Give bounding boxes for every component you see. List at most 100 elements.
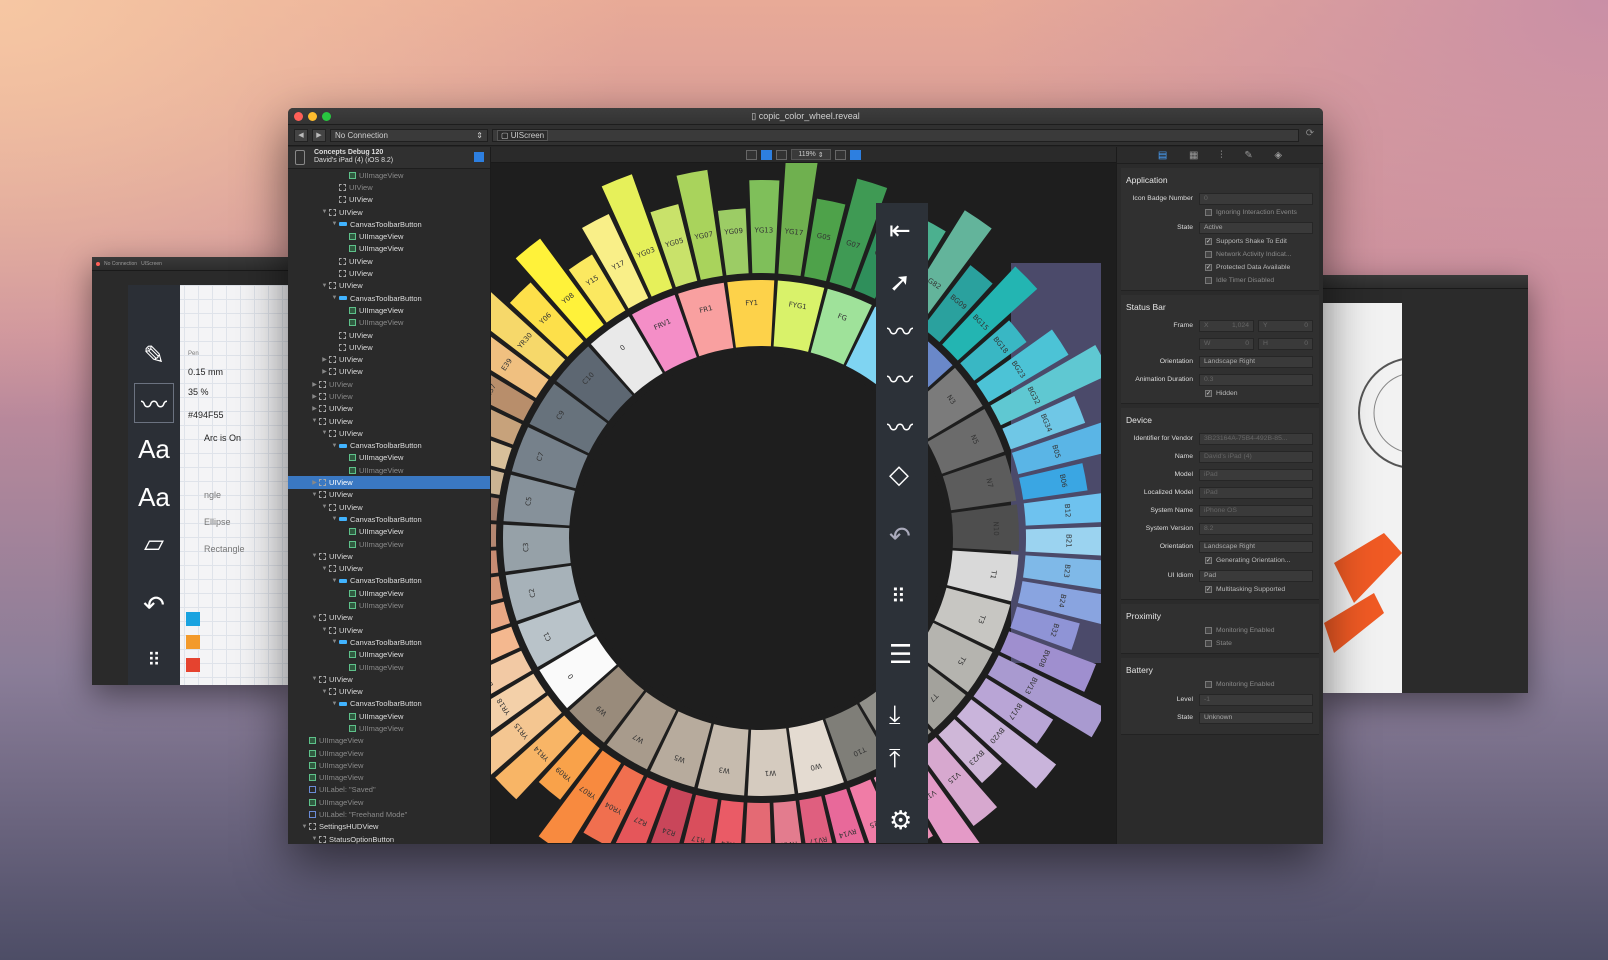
- disclosure-open-icon[interactable]: ▼: [320, 430, 329, 436]
- tree-node[interactable]: ▼ UIView: [288, 612, 490, 624]
- battery-monitoring-checkbox[interactable]: Monitoring Enabled: [1205, 681, 1319, 688]
- disclosure-open-icon[interactable]: ▼: [310, 615, 319, 621]
- device-orientation-field[interactable]: Landscape Right: [1199, 540, 1313, 553]
- tree-node[interactable]: UIView: [288, 194, 490, 206]
- import-icon[interactable]: ⤓: [889, 700, 901, 730]
- text-tool-icon[interactable]: Aa: [134, 429, 174, 469]
- disclosure-closed-icon[interactable]: ▶: [310, 479, 319, 486]
- tree-node[interactable]: ▼ CanvasToolbarButton: [288, 575, 490, 587]
- tree-node[interactable]: UIImageView: [288, 538, 490, 550]
- file-tab-icon[interactable]: ▤: [1158, 150, 1167, 161]
- device-header[interactable]: Concepts Debug 120 David's iPad (4) (iOS…: [288, 147, 490, 169]
- tree-node[interactable]: UIImageView: [288, 649, 490, 661]
- disclosure-open-icon[interactable]: ▼: [330, 701, 339, 707]
- close-button[interactable]: [294, 112, 303, 121]
- tree-node[interactable]: UIImageView: [288, 464, 490, 476]
- export-icon[interactable]: ⤒: [889, 744, 901, 774]
- multitask-checkbox[interactable]: ✓ Multitasking Supported: [1205, 586, 1319, 593]
- tree-node[interactable]: UIImageView: [288, 304, 490, 316]
- tree-node[interactable]: UIImageView: [288, 243, 490, 255]
- disclosure-open-icon[interactable]: ▼: [310, 676, 319, 682]
- disclosure-open-icon[interactable]: ▼: [320, 689, 329, 695]
- tree-node[interactable]: ▼ CanvasToolbarButton: [288, 513, 490, 525]
- tree-node[interactable]: ▼ UIView: [288, 489, 490, 501]
- system-name-field[interactable]: iPhone OS: [1199, 504, 1313, 517]
- tree-node[interactable]: UIImageView: [288, 722, 490, 734]
- tree-node[interactable]: ▼ CanvasToolbarButton: [288, 698, 490, 710]
- tree-node[interactable]: UIImageView: [288, 661, 490, 673]
- connection-select[interactable]: No Connection ⇕: [330, 128, 488, 142]
- tree-node[interactable]: ▼ CanvasToolbarButton: [288, 440, 490, 452]
- tree-node[interactable]: ▼ UIView: [288, 501, 490, 513]
- tree-node[interactable]: ▶ UIView: [288, 403, 490, 415]
- ignoring-checkbox[interactable]: Ignoring Interaction Events: [1205, 209, 1319, 216]
- tree-node[interactable]: ▼ SettingsHUDView: [288, 821, 490, 833]
- tree-node[interactable]: ▼ UIView: [288, 673, 490, 685]
- tree-node[interactable]: ▶ UIView: [288, 366, 490, 378]
- both-toggle-icon[interactable]: [776, 149, 788, 160]
- tree-node[interactable]: UIImageView: [288, 452, 490, 464]
- settings-gear-icon[interactable]: ⚙: [889, 806, 912, 836]
- disclosure-open-icon[interactable]: ▼: [310, 418, 319, 424]
- disclosure-open-icon[interactable]: ▼: [310, 553, 319, 559]
- disclosure-open-icon[interactable]: ▼: [320, 627, 329, 633]
- orientation-field[interactable]: Landscape Right: [1199, 355, 1313, 368]
- eraser-tool-icon[interactable]: ◇: [889, 460, 909, 490]
- frame-w-field[interactable]: W0: [1199, 337, 1254, 350]
- tree-node[interactable]: UIImageView: [288, 796, 490, 808]
- tree-node[interactable]: ▼ CanvasToolbarButton: [288, 292, 490, 304]
- frame-h-field[interactable]: H0: [1258, 337, 1313, 350]
- system-version-field[interactable]: 8.2: [1199, 522, 1313, 535]
- model-field[interactable]: iPad: [1199, 468, 1313, 481]
- battery-level-field[interactable]: -1: [1199, 693, 1313, 706]
- tree-node[interactable]: ▼ UIView: [288, 415, 490, 427]
- vendor-field[interactable]: 3B23164A-75B4-492B-85...: [1199, 432, 1313, 445]
- disclosure-open-icon[interactable]: ▼: [320, 209, 329, 215]
- tree-node[interactable]: UIImageView: [288, 230, 490, 242]
- pen-icon[interactable]: ✎: [134, 335, 174, 375]
- disclosure-open-icon[interactable]: ▼: [310, 836, 319, 842]
- idle-checkbox[interactable]: Idle Timer Disabled: [1205, 277, 1319, 284]
- tree-node[interactable]: ▶ UIView: [288, 353, 490, 365]
- tree-node[interactable]: UIImageView: [288, 710, 490, 722]
- proximity-state-checkbox[interactable]: State: [1205, 640, 1319, 647]
- pencil-tool-icon[interactable]: 〰: [887, 366, 913, 396]
- disclosure-closed-icon[interactable]: ▶: [320, 368, 329, 375]
- icon-badge-field[interactable]: 0: [1199, 192, 1313, 205]
- hidden-checkbox[interactable]: ✓ Hidden: [1205, 390, 1319, 397]
- disclosure-open-icon[interactable]: ▼: [330, 639, 339, 645]
- tree-node[interactable]: ▶ UIView: [288, 476, 490, 489]
- forward-icon[interactable]: ▶: [312, 128, 326, 142]
- disclosure-closed-icon[interactable]: ▶: [320, 356, 329, 363]
- disclosure-open-icon[interactable]: ▼: [330, 578, 339, 584]
- tree-node[interactable]: UIImageView: [288, 747, 490, 759]
- tree-node[interactable]: UIImageView: [288, 735, 490, 747]
- disclosure-closed-icon[interactable]: ▶: [310, 393, 319, 400]
- network-checkbox[interactable]: Network Activity Indicat...: [1205, 251, 1319, 258]
- tree-node[interactable]: ▼ UIView: [288, 206, 490, 218]
- frame-y-field[interactable]: Y0: [1258, 319, 1313, 332]
- disclosure-open-icon[interactable]: ▼: [330, 516, 339, 522]
- content-toggle-icon[interactable]: [761, 149, 773, 160]
- wireframe-toggle-icon[interactable]: [746, 149, 758, 160]
- text-tool-alt-icon[interactable]: Aa: [134, 477, 174, 517]
- tree-node[interactable]: UIImageView: [288, 599, 490, 611]
- grid-dots-icon[interactable]: ⠿: [134, 640, 174, 680]
- tree-node[interactable]: ▼ CanvasToolbarButton: [288, 218, 490, 230]
- ui-idiom-field[interactable]: Pad: [1199, 569, 1313, 582]
- save-drawer-icon[interactable]: ⇤: [889, 216, 911, 246]
- tree-node[interactable]: ▼ UIView: [288, 427, 490, 439]
- tree-node[interactable]: UIImageView: [288, 317, 490, 329]
- tree-node[interactable]: UIImageView: [288, 587, 490, 599]
- disclosure-open-icon[interactable]: ▼: [330, 443, 339, 449]
- tree-node[interactable]: UIImageView: [288, 526, 490, 538]
- tree-node[interactable]: ▼ StatusOptionButton: [288, 833, 490, 844]
- tree-node[interactable]: UIView: [288, 267, 490, 279]
- tree-node[interactable]: UIView: [288, 329, 490, 341]
- attributes-tab-icon[interactable]: ⫶: [1220, 150, 1223, 161]
- tree-node[interactable]: UIView: [288, 341, 490, 353]
- protected-checkbox[interactable]: ✓ Protected Data Available: [1205, 264, 1319, 271]
- color-swatch-red[interactable]: [186, 658, 200, 672]
- tree-node[interactable]: ▶ UIView: [288, 390, 490, 402]
- generating-checkbox[interactable]: ✓ Generating Orientation...: [1205, 557, 1319, 564]
